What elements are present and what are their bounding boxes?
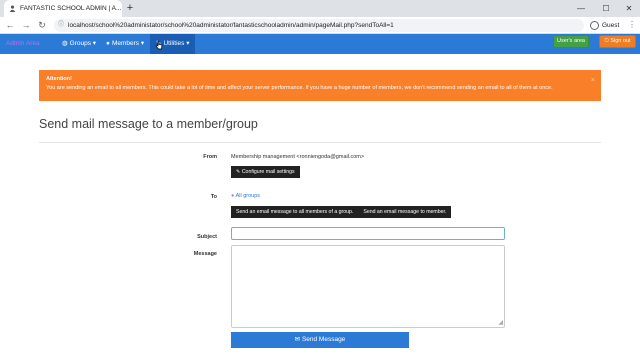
from-label: From xyxy=(203,154,217,160)
attention-alert: Attention! You are sending an email to a… xyxy=(39,70,601,101)
tab-title: FANTASTIC SCHOOL ADMIN | A... xyxy=(20,5,122,12)
address-bar-row: ← → ↻ ⓘ localhost/school%20administator/… xyxy=(0,17,640,34)
configure-mail-settings-button[interactable]: ✎ Configure mail settings xyxy=(231,166,300,178)
avatar-icon xyxy=(590,21,599,30)
send-message-button[interactable]: ✉ Send Message xyxy=(231,332,409,348)
nav-members[interactable]: ● Members ▾ xyxy=(100,34,150,54)
page-title: Send mail message to a member/group xyxy=(39,117,258,131)
close-icon[interactable]: × xyxy=(591,77,595,84)
maximize-icon[interactable]: ☐ xyxy=(595,0,617,17)
window-close-icon[interactable]: ✕ xyxy=(618,0,640,17)
globe-icon: ◍ xyxy=(62,40,68,47)
kebab-icon[interactable]: ⋮ xyxy=(628,19,636,31)
user-icon xyxy=(9,5,16,12)
alert-title: Attention! xyxy=(46,76,72,82)
info-icon[interactable]: ⓘ xyxy=(58,19,64,32)
divider xyxy=(39,142,601,143)
profile-label: Guest xyxy=(602,22,620,29)
subject-input[interactable] xyxy=(231,227,505,240)
users-icon: ● xyxy=(231,193,235,199)
mouse-cursor-icon xyxy=(155,40,163,50)
close-icon[interactable]: ✕ xyxy=(121,5,122,13)
sign-out-button[interactable]: ⎋ Sign out xyxy=(599,35,636,48)
from-value: Membership management <ronniengoda@gmail… xyxy=(231,154,365,160)
arrow-right-icon[interactable]: → xyxy=(20,19,32,31)
profile-button[interactable]: Guest xyxy=(590,19,619,32)
browser-tab-strip: FANTASTIC SCHOOL ADMIN | A... ✕ + — ☐ ✕ xyxy=(0,0,640,17)
subject-label: Subject xyxy=(197,234,217,240)
browser-tab[interactable]: FANTASTIC SCHOOL ADMIN | A... ✕ xyxy=(4,0,122,17)
reload-icon[interactable]: ↻ xyxy=(36,19,48,31)
resize-grip-icon[interactable]: ◢ xyxy=(498,320,503,326)
arrow-left-icon[interactable]: ← xyxy=(4,19,16,31)
send-to-group-members-button[interactable]: Send an email message to all members of … xyxy=(231,206,358,218)
all-groups-link[interactable]: ● All groups xyxy=(231,193,260,199)
url-text: localhost/school%20administator/school%2… xyxy=(68,22,394,29)
message-label: Message xyxy=(193,251,217,257)
url-input[interactable]: ⓘ localhost/school%20administator/school… xyxy=(54,19,584,32)
nav-groups[interactable]: ◍ Groups ▾ xyxy=(56,34,102,54)
brand-logo[interactable]: Admin Area xyxy=(6,34,40,54)
app-navbar: Admin Area ◍Groups ▾ ●Members ▾ ✎Utiliti… xyxy=(0,34,640,54)
users-area-button[interactable]: User's area xyxy=(553,35,589,48)
pencil-icon: ✎ xyxy=(236,169,241,175)
minimize-icon[interactable]: — xyxy=(570,0,592,17)
recipient-button-group: Send an email message to all members of … xyxy=(231,206,452,218)
envelope-icon: ✉ xyxy=(294,336,301,343)
plus-icon[interactable]: + xyxy=(124,2,136,14)
alert-message: You are sending an email to all members.… xyxy=(46,85,553,91)
to-label: To xyxy=(210,194,217,200)
message-textarea[interactable]: ◢ xyxy=(231,245,505,328)
user-icon: ● xyxy=(106,40,110,47)
send-to-member-button[interactable]: Send an email message to member. xyxy=(358,206,451,218)
